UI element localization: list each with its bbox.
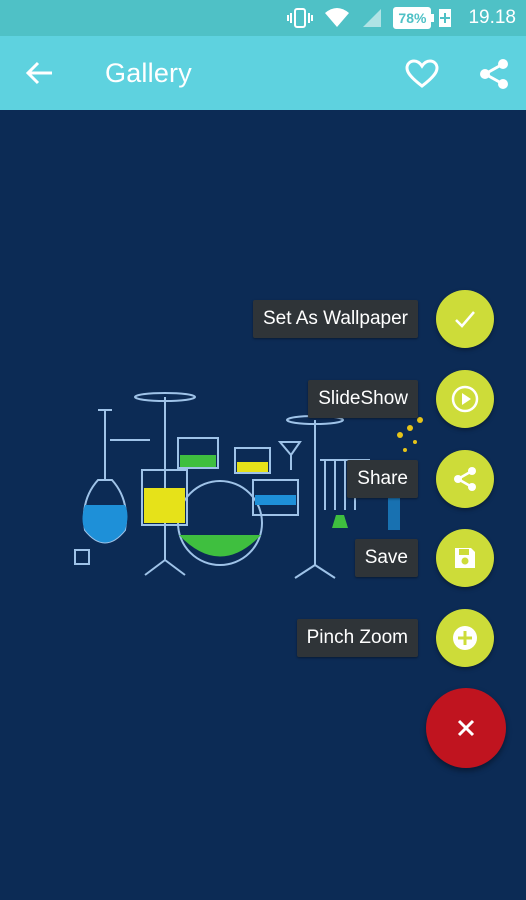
- save-icon: [455, 548, 475, 568]
- fab-item-slideshow[interactable]: SlideShow: [308, 370, 494, 428]
- fab-label[interactable]: SlideShow: [308, 380, 418, 418]
- page-title: Gallery: [105, 58, 192, 88]
- play-circle-icon: [451, 385, 479, 413]
- zoom-in-icon: [453, 626, 477, 650]
- battery-percent: 78%: [393, 7, 432, 29]
- slideshow-button[interactable]: [436, 370, 494, 428]
- fab-label[interactable]: Set As Wallpaper: [252, 300, 418, 338]
- charging-icon: [439, 9, 452, 27]
- favorite-heart-icon[interactable]: [405, 59, 439, 89]
- status-time: 19.18: [468, 7, 516, 28]
- back-arrow-icon[interactable]: [22, 55, 58, 91]
- fab-label[interactable]: Save: [354, 539, 418, 577]
- fab-label[interactable]: Share: [347, 460, 418, 498]
- fab-item-save[interactable]: Save: [354, 529, 494, 587]
- share-icon: [454, 467, 476, 491]
- status-bar: 78% 19.18: [0, 0, 526, 36]
- share-icon[interactable]: [478, 58, 510, 90]
- wifi-icon: [325, 8, 350, 27]
- close-icon: [457, 719, 475, 737]
- close-fab-button[interactable]: [426, 688, 506, 768]
- fab-label[interactable]: Pinch Zoom: [296, 619, 418, 657]
- set-wallpaper-button[interactable]: [436, 290, 494, 348]
- fab-item-pinch-zoom[interactable]: Pinch Zoom: [296, 609, 494, 667]
- battery-indicator: 78%: [393, 7, 452, 29]
- fab-item-share[interactable]: Share: [347, 450, 494, 508]
- check-icon: [455, 311, 475, 328]
- status-icons: 78% 19.18: [287, 0, 516, 36]
- signal-icon: [363, 9, 382, 27]
- vibrate-icon: [287, 8, 314, 28]
- pinch-zoom-button[interactable]: [436, 609, 494, 667]
- share-button[interactable]: [436, 450, 494, 508]
- fab-item-set-wallpaper[interactable]: Set As Wallpaper: [252, 290, 494, 348]
- app-bar: Gallery: [0, 36, 526, 110]
- save-button[interactable]: [436, 529, 494, 587]
